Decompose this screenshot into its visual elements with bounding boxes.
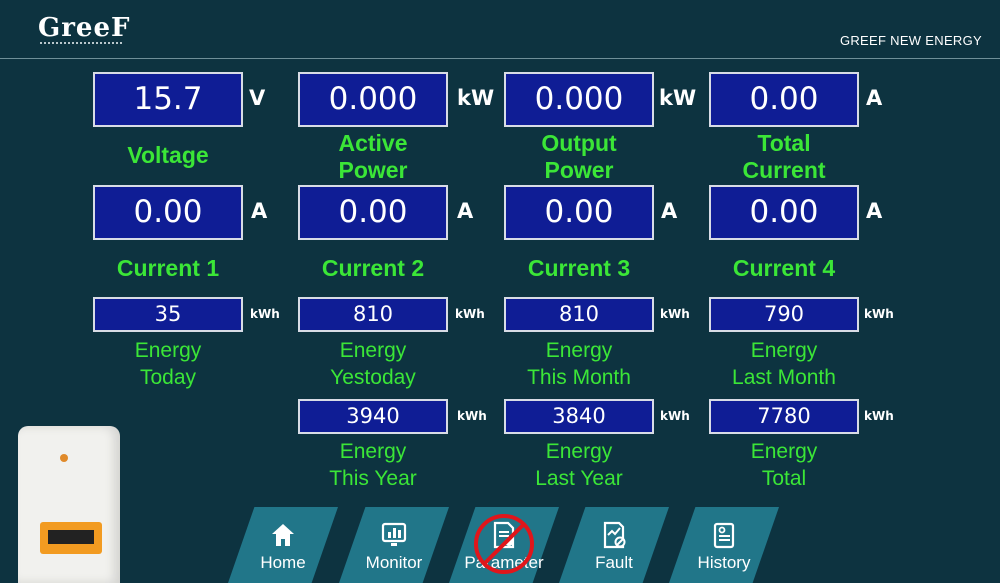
energy-this-year-value: 3940 [298, 399, 448, 434]
energy-total-label-line2: Total [761, 467, 807, 490]
history-icon [713, 522, 735, 549]
nav-fault-button[interactable]: Fault [559, 507, 669, 583]
active-power-value: 0.000 [298, 72, 448, 127]
output-power-unit: kW [659, 86, 697, 110]
voltage-value: 15.7 [93, 72, 243, 127]
nav-home-button[interactable]: Home [228, 507, 338, 583]
current-3-value: 0.00 [504, 185, 654, 240]
company-name: GREEF NEW ENERGY [839, 33, 982, 48]
energy-total-value: 7780 [709, 399, 859, 434]
nav-home-label: Home [260, 553, 306, 572]
energy-today-unit: kWh [250, 307, 280, 321]
active-power-label-line1: Active [338, 130, 408, 156]
total-current-value: 0.00 [709, 72, 859, 127]
energy-total-label-line1: Energy [750, 440, 818, 463]
current-2-label: Current 2 [321, 255, 425, 281]
nav-fault-label: Fault [595, 553, 633, 572]
energy-last-month-unit: kWh [864, 307, 894, 321]
total-current-label-line2: Current [742, 157, 826, 183]
energy-this-year-label-line2: This Year [329, 467, 417, 490]
energy-this-year-label-line1: Energy [339, 440, 407, 463]
current-4-label: Current 4 [732, 255, 836, 281]
current-1-value: 0.00 [93, 185, 243, 240]
output-power-label-line1: Output [541, 130, 617, 156]
output-power-value: 0.000 [504, 72, 654, 127]
monitor-icon [381, 522, 407, 546]
energy-this-month-value: 810 [504, 297, 654, 332]
voltage-unit: V [249, 86, 266, 110]
current-2-value: 0.00 [298, 185, 448, 240]
energy-today-label-line1: Energy [134, 339, 202, 362]
current-1-unit: A [251, 199, 268, 223]
energy-last-year-value: 3840 [504, 399, 654, 434]
current-3-label: Current 3 [527, 255, 631, 281]
current-2-unit: A [457, 199, 474, 223]
current-4-unit: A [866, 199, 883, 223]
brand-logo: GreeF [38, 13, 131, 43]
fault-icon [603, 521, 626, 549]
active-power-unit: kW [457, 86, 495, 110]
logo-underline [40, 42, 122, 47]
energy-this-month-label-line2: This Month [527, 366, 631, 389]
energy-yesterday-value: 810 [298, 297, 448, 332]
energy-last-month-label-line2: Last Month [732, 366, 836, 389]
energy-last-month-label-line1: Energy [750, 339, 818, 362]
home-icon [272, 524, 294, 546]
voltage-label: Voltage [127, 142, 209, 168]
device-logo-badge [60, 454, 68, 462]
energy-this-year-unit: kWh [457, 409, 487, 423]
nav-monitor-label: Monitor [365, 553, 423, 572]
energy-last-year-label-line2: Last Year [535, 467, 623, 490]
current-1-label: Current 1 [116, 255, 220, 281]
prohibited-icon [474, 514, 534, 574]
current-3-unit: A [661, 199, 678, 223]
energy-today-value: 35 [93, 297, 243, 332]
nav-history-label: History [697, 553, 751, 572]
top-bar: GreeF GREEF NEW ENERGY [0, 0, 1000, 59]
energy-last-month-value: 790 [709, 297, 859, 332]
nav-monitor-button[interactable]: Monitor [339, 507, 449, 583]
energy-yesterday-unit: kWh [455, 307, 485, 321]
energy-this-month-label-line1: Energy [545, 339, 613, 362]
total-current-unit: A [866, 86, 883, 110]
total-current-label-line1: Total [757, 130, 811, 156]
inverter-device-image [18, 426, 120, 583]
active-power-label-line2: Power [338, 157, 408, 183]
energy-last-year-label-line1: Energy [545, 440, 613, 463]
energy-last-year-unit: kWh [660, 409, 690, 423]
energy-total-unit: kWh [864, 409, 894, 423]
energy-yesterday-label-line1: Energy [339, 339, 407, 362]
energy-today-label-line2: Today [139, 366, 197, 389]
output-power-label-line2: Power [544, 157, 614, 183]
nav-history-button[interactable]: History [669, 507, 779, 583]
energy-yesterday-label-line2: Yestoday [330, 366, 416, 389]
energy-this-month-unit: kWh [660, 307, 690, 321]
current-4-value: 0.00 [709, 185, 859, 240]
device-display-panel [40, 522, 102, 554]
